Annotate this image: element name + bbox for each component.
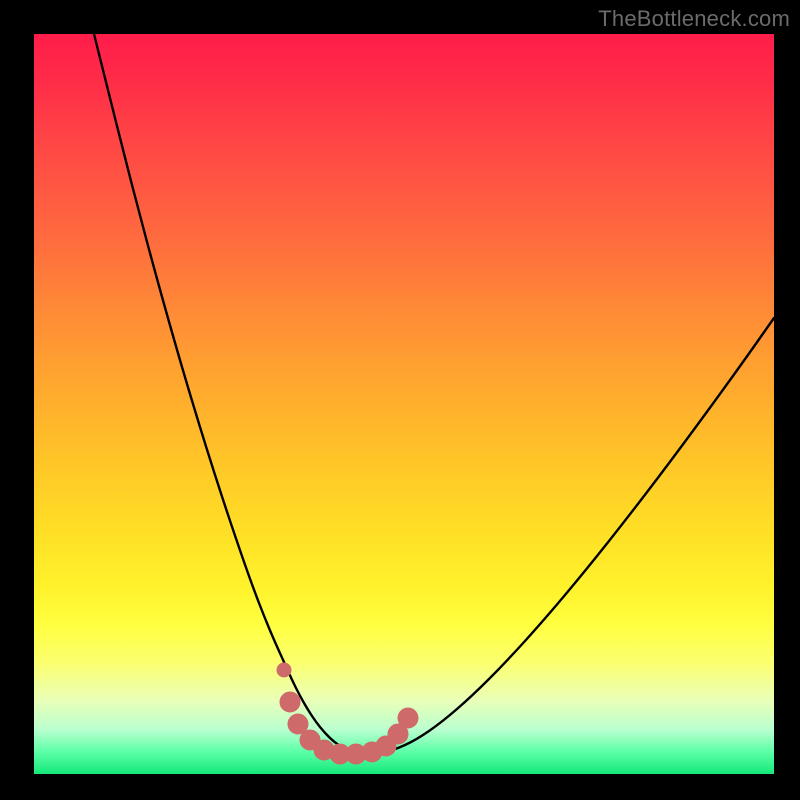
watermark-text: TheBottleneck.com: [598, 6, 790, 32]
bottleneck-curve-path: [94, 34, 774, 754]
marker-dot: [277, 663, 291, 677]
bottleneck-curve-svg: [34, 34, 774, 774]
marker-dot: [280, 692, 300, 712]
marker-dot: [398, 708, 418, 728]
plot-area: [34, 34, 774, 774]
chart-stage: TheBottleneck.com: [0, 0, 800, 800]
